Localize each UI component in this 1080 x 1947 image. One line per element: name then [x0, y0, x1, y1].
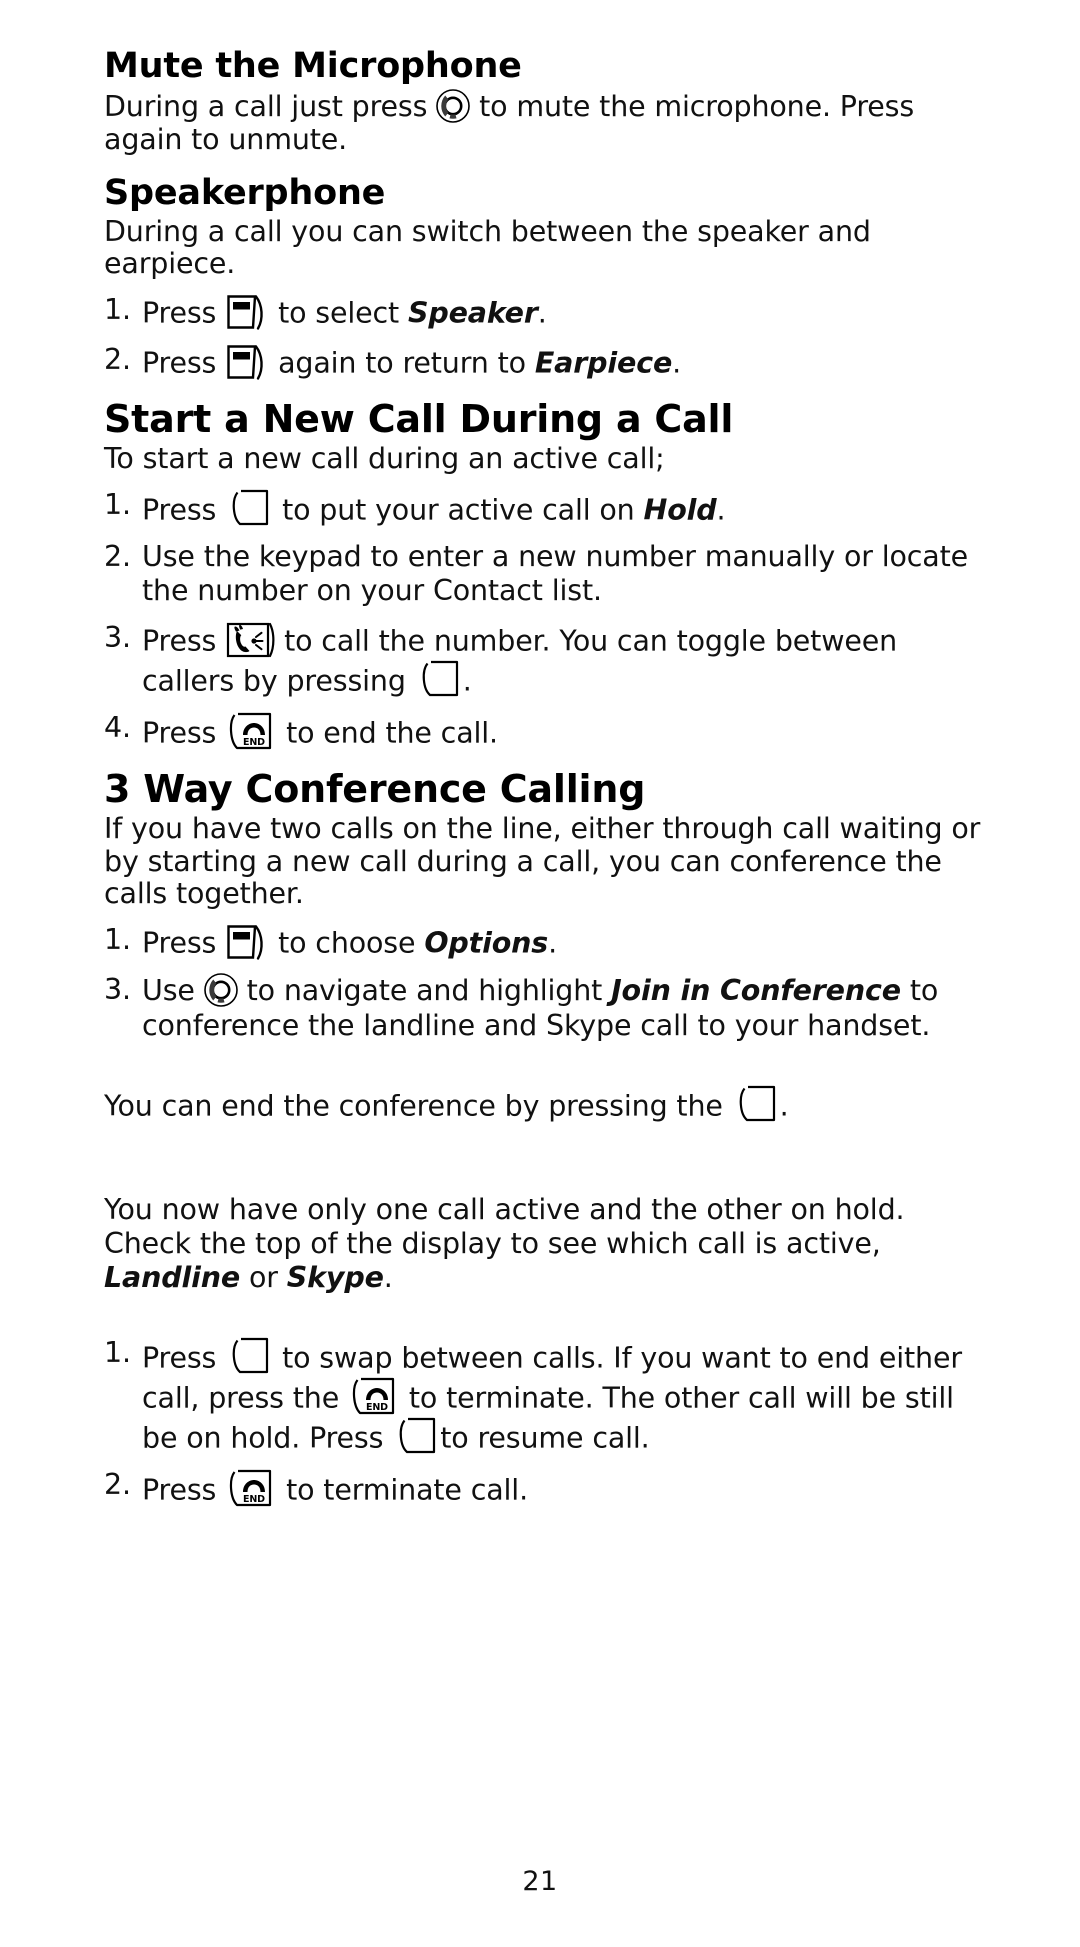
- step-text: Press END to terminate call.: [142, 1468, 984, 1508]
- step-emphasis: Join in Conference: [611, 974, 901, 1008]
- end-key-icon: END: [348, 1376, 400, 1416]
- soft-key-icon: [225, 293, 269, 331]
- list-item: 1. Press to select Speaker.: [104, 293, 984, 331]
- step-text-before: Press: [142, 926, 226, 960]
- list-item: 3. Use to navigate and highlight Join in…: [104, 973, 984, 1043]
- svg-text:END: END: [243, 1494, 265, 1505]
- list-item: 1. Press to choose Options.: [104, 923, 984, 961]
- section-heading-start-new-call: Start a New Call During a Call: [104, 396, 734, 441]
- step-text-after: to navigate and highlight: [237, 974, 612, 1008]
- step-text-seg1: Press: [142, 1341, 226, 1375]
- list-item: 2. Use the keypad to enter a new number …: [104, 540, 984, 609]
- conference-status-emphasis-landline: Landline: [104, 1261, 241, 1295]
- step-number: 2.: [104, 1468, 131, 1502]
- step-text-before: Press: [142, 716, 226, 750]
- list-item: 2. Press again to return to Earpiece.: [104, 343, 984, 381]
- step-text-tail: .: [672, 346, 682, 380]
- section-heading-mute: Mute the Microphone: [104, 46, 522, 86]
- step-emphasis: Options: [424, 926, 549, 960]
- conference-intro: If you have two calls on the line, eithe…: [104, 811, 981, 911]
- navigation-key-icon: [203, 973, 238, 1007]
- hold-key-icon: [415, 659, 463, 699]
- step-text-seg1: Press: [142, 1473, 226, 1507]
- end-key-icon: END: [225, 1468, 277, 1508]
- step-text-before: Press: [142, 624, 226, 658]
- step-text: Press again to return to Earpiece.: [142, 343, 984, 381]
- conference-status-text-a: You now have only one call active and th…: [104, 1192, 905, 1260]
- start-new-call-intro: To start a new call during an active cal…: [104, 442, 665, 476]
- mute-intro-paragraph: During a call just press to mute the mic…: [104, 89, 984, 156]
- speakerphone-intro: During a call you can switch between the…: [104, 214, 871, 281]
- step-text-seg4: to resume call.: [440, 1421, 650, 1455]
- soft-key-icon: [225, 923, 269, 961]
- navigation-key-icon: [436, 89, 471, 123]
- conference-status-text-mid: or: [240, 1261, 287, 1295]
- list-item: 1. Press to put your active call on Hold…: [104, 488, 984, 528]
- step-number: 3.: [104, 620, 131, 654]
- list-item: 3. Press to call the number. You can tog…: [104, 621, 984, 699]
- manual-page: Mute the Microphone During a call just p…: [0, 0, 1080, 1947]
- step-text-seg2: to terminate call.: [277, 1473, 528, 1507]
- hold-key-icon: [732, 1084, 780, 1124]
- hold-key-icon: [225, 488, 273, 528]
- step-text-after: to select: [269, 296, 408, 330]
- talk-key-icon: [225, 621, 275, 659]
- conference-status-emphasis-skype: Skype: [286, 1261, 384, 1295]
- step-text: Press END to end the call.: [142, 711, 984, 751]
- svg-text:END: END: [243, 737, 265, 748]
- conference-status-paragraph: You now have only one call active and th…: [104, 1193, 984, 1296]
- conference-status-text-end: .: [383, 1261, 393, 1295]
- step-emphasis: Earpiece: [534, 346, 673, 380]
- step-number: 1.: [104, 1336, 131, 1370]
- step-text-after: again to return to: [269, 346, 535, 380]
- step-text-tail: .: [548, 926, 558, 960]
- conference-end-note-text: You can end the conference by pressing t…: [104, 1088, 732, 1122]
- step-number: 1.: [104, 922, 131, 956]
- step-text: Press to select Speaker.: [142, 293, 984, 331]
- soft-key-icon: [225, 343, 269, 381]
- step-text: Press to swap between calls. If you want…: [142, 1336, 984, 1456]
- step-text-before: Use: [142, 974, 204, 1008]
- step-emphasis: Speaker: [408, 296, 538, 330]
- step-text-after: to choose: [269, 926, 425, 960]
- conference-end-note-tail: .: [779, 1088, 789, 1122]
- step-text: Press to choose Options.: [142, 923, 984, 961]
- step-text-tail: .: [462, 664, 472, 698]
- step-text-after: to put your active call on: [273, 493, 644, 527]
- list-item: 4. Press END to end the call.: [104, 711, 984, 751]
- step-text: Use the keypad to enter a new number man…: [142, 539, 969, 608]
- step-text: Press to put your active call on Hold.: [142, 488, 984, 528]
- conference-end-note: You can end the conference by pressing t…: [104, 1084, 984, 1124]
- step-text-after: to end the call.: [277, 716, 498, 750]
- step-number: 1.: [104, 487, 131, 521]
- hold-key-icon: [392, 1416, 440, 1456]
- hold-key-icon: [225, 1336, 273, 1376]
- step-text-before: Press: [142, 296, 226, 330]
- list-item: 1. Press to swap between calls. If you w…: [104, 1336, 984, 1456]
- section-heading-speakerphone: Speakerphone: [104, 172, 386, 213]
- step-number: 3.: [104, 972, 131, 1006]
- svg-text:END: END: [366, 1402, 388, 1413]
- step-number: 4.: [104, 710, 131, 744]
- step-number: 2.: [104, 539, 131, 573]
- mute-intro-text-a: During a call just press: [104, 90, 437, 124]
- step-text-before: Press: [142, 493, 226, 527]
- end-key-icon: END: [225, 711, 277, 751]
- step-number: 2.: [104, 342, 131, 376]
- section-heading-conference: 3 Way Conference Calling: [104, 766, 646, 811]
- page-number: 21: [522, 1866, 558, 1897]
- step-text-before: Press: [142, 346, 226, 380]
- list-item: 2. Press END to terminate call.: [104, 1468, 984, 1508]
- step-emphasis: Hold: [643, 493, 717, 527]
- step-number: 1.: [104, 292, 131, 326]
- step-text-tail: .: [716, 493, 726, 527]
- step-text-tail: .: [537, 296, 547, 330]
- step-text: Press to call the number. You can toggle…: [142, 621, 984, 699]
- step-text: Use to navigate and highlight Join in Co…: [142, 973, 984, 1043]
